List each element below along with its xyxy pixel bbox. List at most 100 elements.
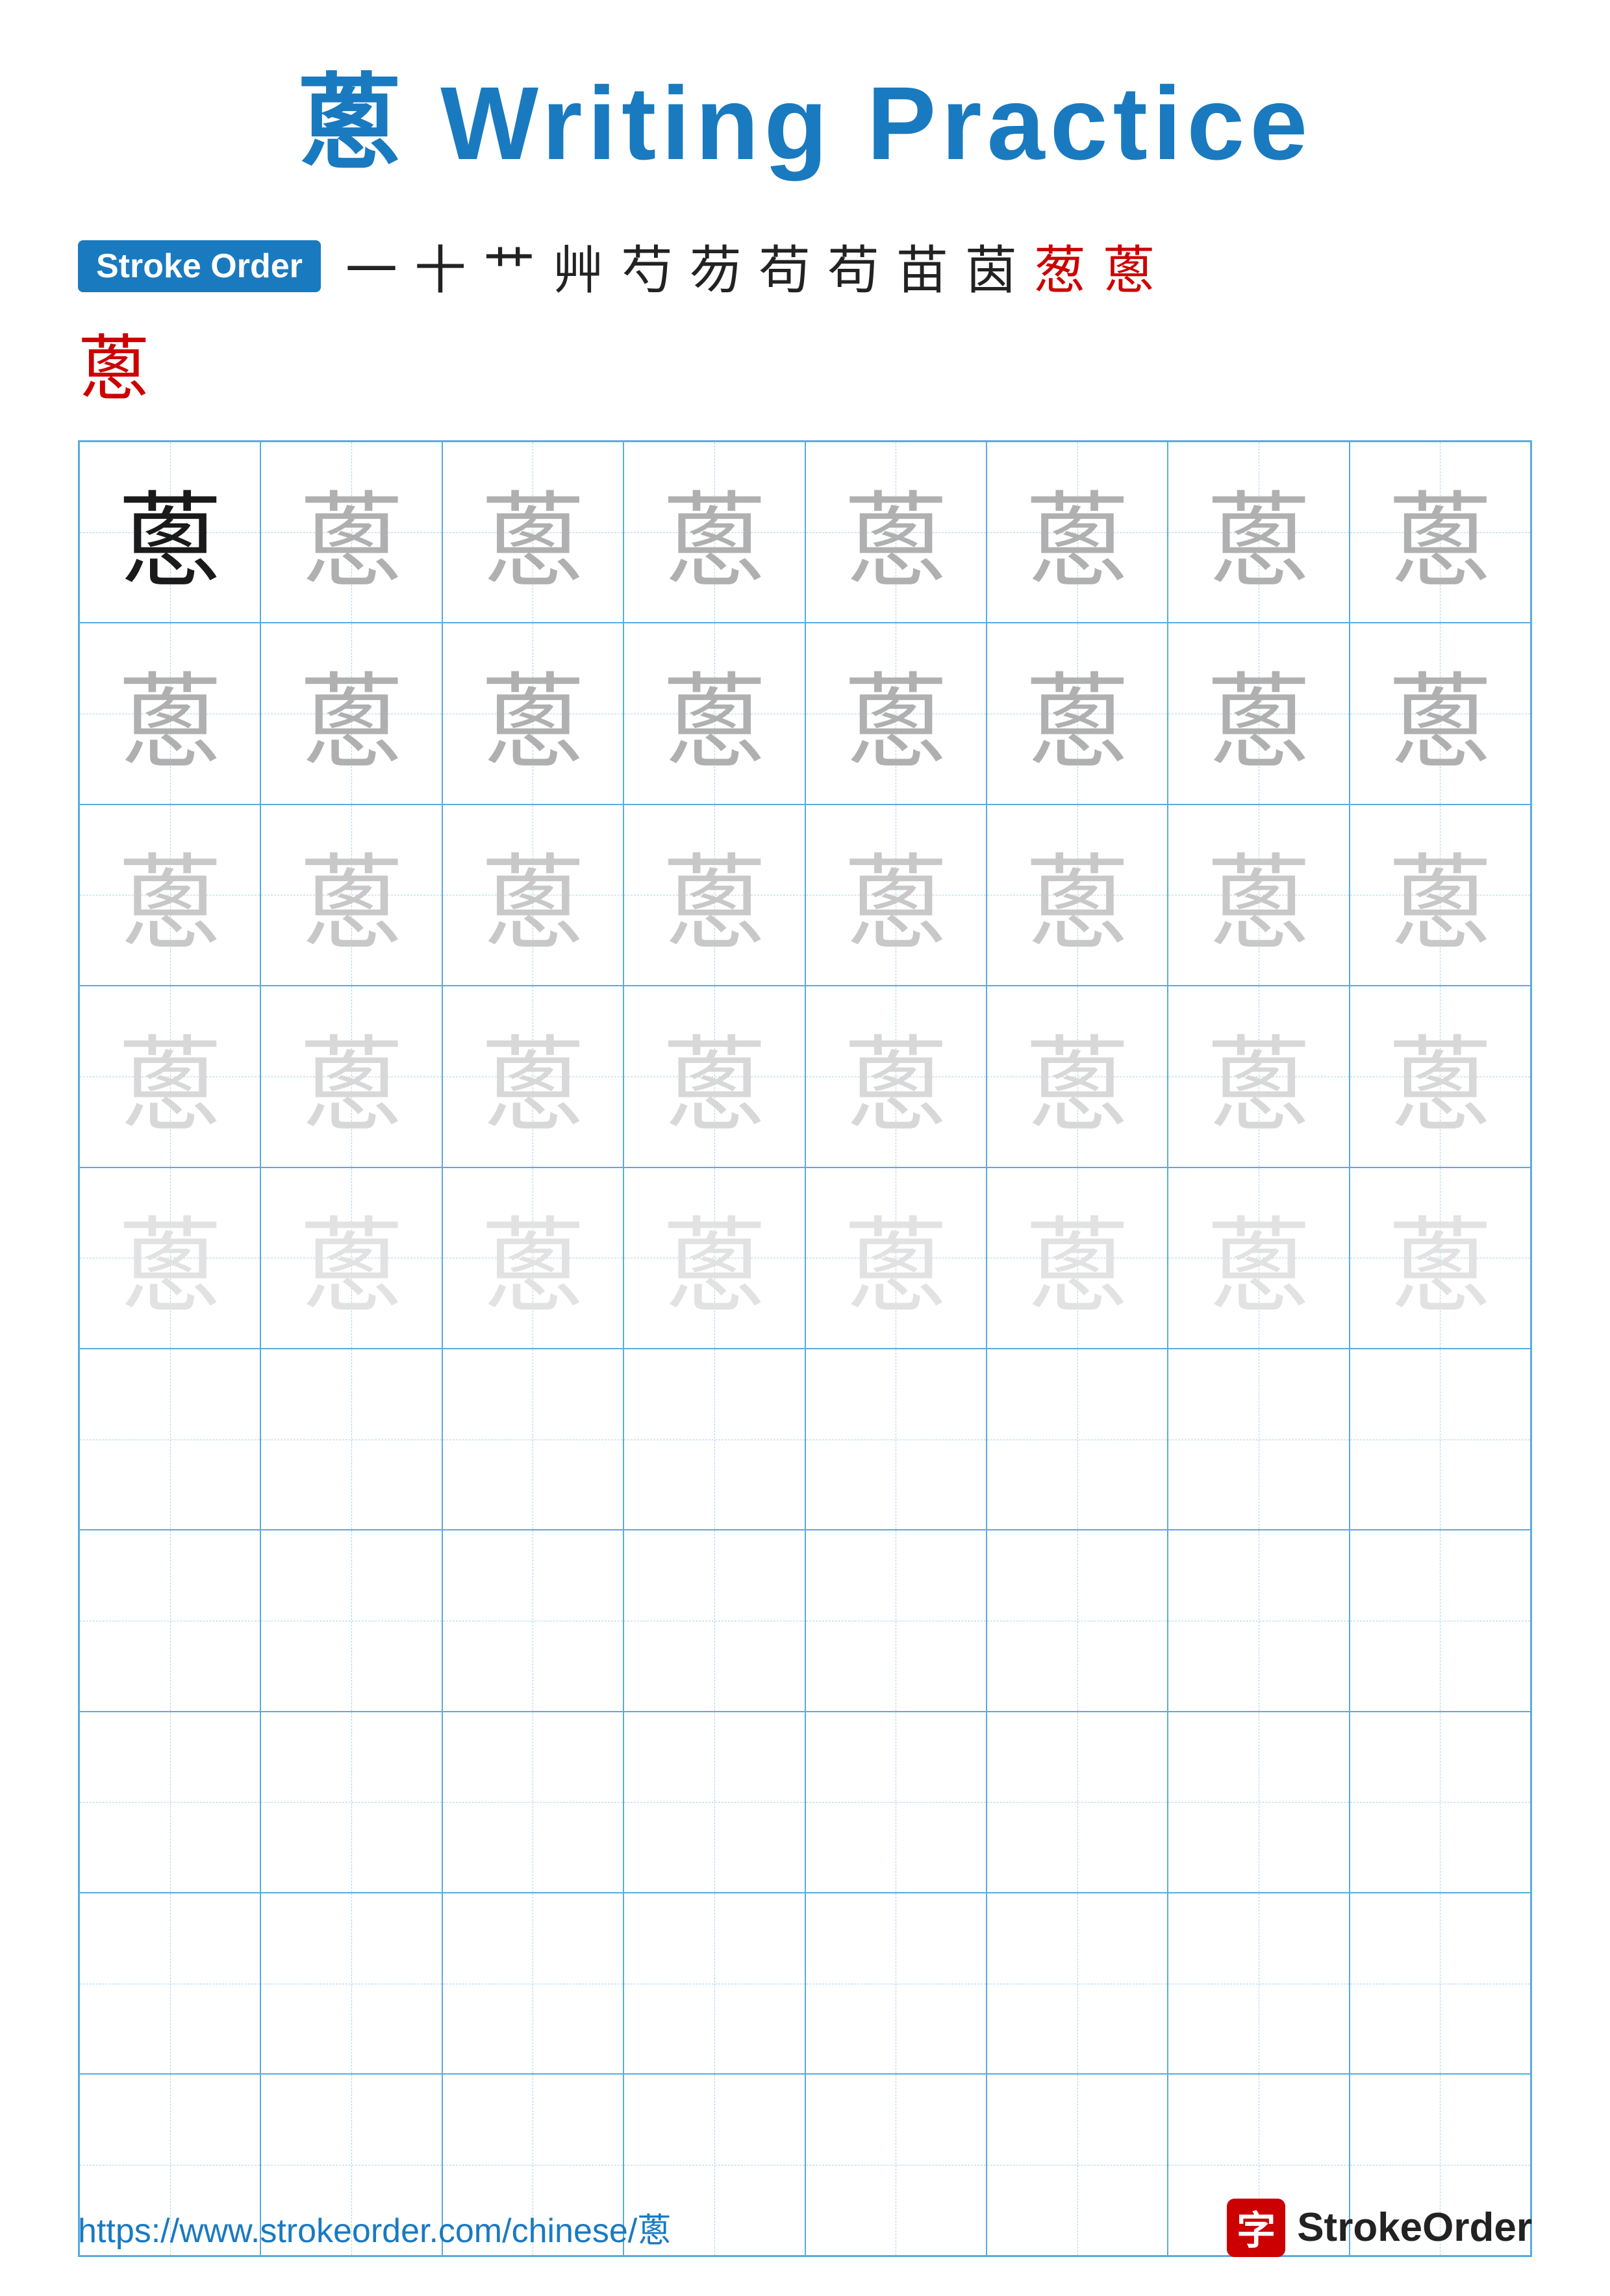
grid-cell-4-3: 蔥 xyxy=(442,986,623,1167)
stroke-step-8: 苟 xyxy=(827,229,879,304)
grid-cell-6-4 xyxy=(623,1349,805,1530)
cell-char: 蔥 xyxy=(118,457,222,608)
grid-cell-7-7 xyxy=(1168,1530,1349,1711)
grid-cell-7-1 xyxy=(79,1530,260,1711)
grid-cell-2-1: 蔥 xyxy=(79,623,260,804)
grid-row-6 xyxy=(79,1349,1531,1530)
cell-char: 蔥 xyxy=(844,1182,948,1333)
footer-url[interactable]: https://www.strokeorder.com/chinese/蔥 xyxy=(78,2203,671,2252)
cell-char: 蔥 xyxy=(481,1182,585,1333)
cell-char: 蔥 xyxy=(844,638,948,789)
cell-char: 蔥 xyxy=(1388,638,1492,789)
cell-char: 蔥 xyxy=(1207,819,1311,970)
grid-cell-5-3: 蔥 xyxy=(442,1167,623,1349)
cell-char: 蔥 xyxy=(844,457,948,608)
grid-cell-2-6: 蔥 xyxy=(987,623,1168,804)
cell-char: 蔥 xyxy=(481,638,585,789)
stroke-step-3: 艹 xyxy=(483,229,535,304)
cell-char: 蔥 xyxy=(1388,457,1492,608)
grid-cell-9-8 xyxy=(1350,1893,1531,2074)
cell-char: 蔥 xyxy=(299,638,403,789)
cell-char: 蔥 xyxy=(118,638,222,789)
cell-char: 蔥 xyxy=(1388,819,1492,970)
grid-cell-3-3: 蔥 xyxy=(442,805,623,986)
grid-cell-4-5: 蔥 xyxy=(805,986,987,1167)
grid-cell-4-4: 蔥 xyxy=(623,986,805,1167)
cell-char: 蔥 xyxy=(1025,457,1129,608)
grid-cell-5-2: 蔥 xyxy=(260,1167,442,1349)
grid-cell-3-5: 蔥 xyxy=(805,805,987,986)
cell-char: 蔥 xyxy=(118,1001,222,1152)
grid-row-2: 蔥 蔥 蔥 蔥 蔥 蔥 蔥 蔥 xyxy=(79,623,1531,804)
grid-cell-8-4 xyxy=(623,1712,805,1893)
grid-cell-3-4: 蔥 xyxy=(623,805,805,986)
stroke-step-9: 苗 xyxy=(896,229,948,304)
grid-cell-4-7: 蔥 xyxy=(1168,986,1349,1167)
grid-row-4: 蔥 蔥 蔥 蔥 蔥 蔥 蔥 蔥 xyxy=(79,986,1531,1167)
grid-cell-5-4: 蔥 xyxy=(623,1167,805,1349)
cell-char: 蔥 xyxy=(481,819,585,970)
cell-char: 蔥 xyxy=(1025,638,1129,789)
grid-row-9 xyxy=(79,1893,1531,2074)
stroke-step-2: 十 xyxy=(414,229,466,304)
stroke-order-badge: Stroke Order xyxy=(78,240,321,292)
grid-cell-7-8 xyxy=(1350,1530,1531,1711)
grid-cell-2-4: 蔥 xyxy=(623,623,805,804)
cell-char: 蔥 xyxy=(481,1001,585,1152)
grid-cell-2-8: 蔥 xyxy=(1350,623,1531,804)
cell-char: 蔥 xyxy=(299,457,403,608)
page: 蔥 Writing Practice Stroke Order 一 十 艹 艸 … xyxy=(0,0,1610,2296)
stroke-sequence: 一 十 艹 艸 芍 芴 苟 苟 苗 茵 葱 蔥 xyxy=(340,229,1160,304)
cell-char: 蔥 xyxy=(662,819,766,970)
grid-cell-9-4 xyxy=(623,1893,805,2074)
grid-cell-2-7: 蔥 xyxy=(1168,623,1349,804)
grid-cell-9-5 xyxy=(805,1893,987,2074)
stroke-step-11: 葱 xyxy=(1034,229,1086,304)
cell-char: 蔥 xyxy=(662,1001,766,1152)
grid-cell-5-7: 蔥 xyxy=(1168,1167,1349,1349)
grid-cell-5-6: 蔥 xyxy=(987,1167,1168,1349)
grid-cell-6-3 xyxy=(442,1349,623,1530)
cell-char: 蔥 xyxy=(844,1001,948,1152)
stroke-step-1: 一 xyxy=(346,229,397,304)
grid-cell-3-8: 蔥 xyxy=(1350,805,1531,986)
grid-cell-1-2: 蔥 xyxy=(260,442,442,623)
grid-cell-1-7: 蔥 xyxy=(1168,442,1349,623)
grid-row-3: 蔥 蔥 蔥 蔥 蔥 蔥 蔥 蔥 xyxy=(79,805,1531,986)
logo-icon: 字 xyxy=(1227,2199,1285,2257)
grid-cell-3-1: 蔥 xyxy=(79,805,260,986)
grid-cell-8-7 xyxy=(1168,1712,1349,1893)
grid-cell-7-2 xyxy=(260,1530,442,1711)
grid-cell-6-6 xyxy=(987,1349,1168,1530)
grid-cell-7-3 xyxy=(442,1530,623,1711)
grid-cell-9-7 xyxy=(1168,1893,1349,2074)
grid-cell-5-1: 蔥 xyxy=(79,1167,260,1349)
grid-cell-1-4: 蔥 xyxy=(623,442,805,623)
grid-cell-8-5 xyxy=(805,1712,987,1893)
practice-grid: 蔥 蔥 蔥 蔥 蔥 蔥 蔥 蔥 蔥 蔥 蔥 蔥 蔥 蔥 蔥 蔥 蔥 蔥 蔥 蔥 … xyxy=(78,440,1532,2257)
grid-cell-5-8: 蔥 xyxy=(1350,1167,1531,1349)
grid-cell-8-8 xyxy=(1350,1712,1531,1893)
grid-cell-1-5: 蔥 xyxy=(805,442,987,623)
cell-char: 蔥 xyxy=(299,819,403,970)
grid-cell-9-2 xyxy=(260,1893,442,2074)
grid-cell-6-8 xyxy=(1350,1349,1531,1530)
stroke-step-5: 芍 xyxy=(621,229,673,304)
logo-text: StrokeOrder xyxy=(1297,2204,1532,2251)
grid-cell-2-3: 蔥 xyxy=(442,623,623,804)
grid-cell-8-6 xyxy=(987,1712,1168,1893)
grid-cell-3-2: 蔥 xyxy=(260,805,442,986)
cell-char: 蔥 xyxy=(481,457,585,608)
grid-row-7 xyxy=(79,1530,1531,1711)
cell-char: 蔥 xyxy=(1207,457,1311,608)
grid-cell-8-3 xyxy=(442,1712,623,1893)
grid-cell-4-8: 蔥 xyxy=(1350,986,1531,1167)
grid-cell-8-1 xyxy=(79,1712,260,1893)
grid-cell-8-2 xyxy=(260,1712,442,1893)
cell-char: 蔥 xyxy=(1025,1182,1129,1333)
grid-cell-7-6 xyxy=(987,1530,1168,1711)
grid-cell-6-5 xyxy=(805,1349,987,1530)
grid-cell-9-3 xyxy=(442,1893,623,2074)
grid-cell-5-5: 蔥 xyxy=(805,1167,987,1349)
cell-char: 蔥 xyxy=(118,1182,222,1333)
